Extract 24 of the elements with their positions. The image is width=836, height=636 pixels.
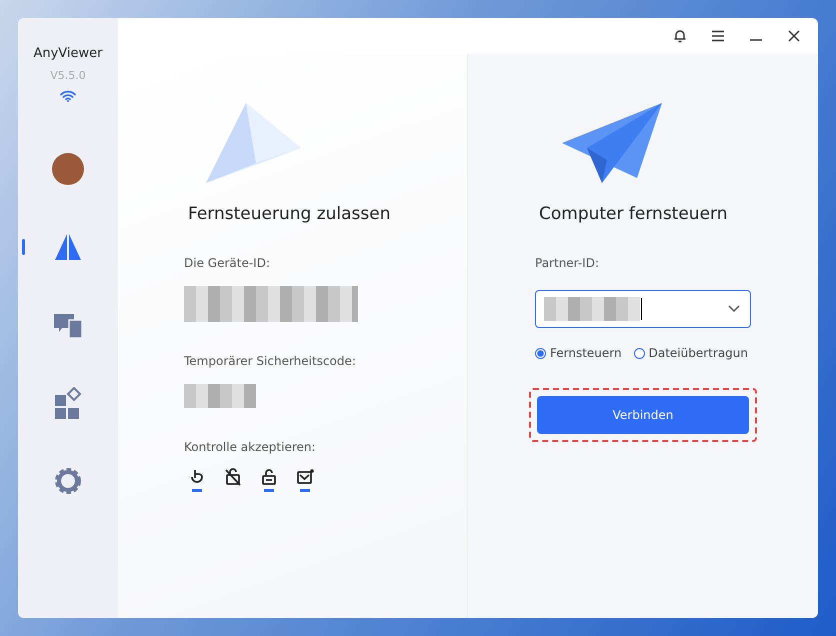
app-name: AnyViewer (33, 46, 103, 61)
avatar-photo[interactable] (52, 153, 84, 185)
panel-title: Computer fernsteuern (539, 204, 729, 224)
chevron-down-icon[interactable] (728, 305, 740, 313)
close-icon[interactable] (786, 28, 802, 44)
menu-icon[interactable] (710, 28, 726, 44)
lock-icon[interactable] (260, 468, 278, 486)
blurred-code (184, 384, 256, 408)
lock-off-icon[interactable] (224, 468, 242, 486)
mode-radio[interactable]: Fernsteuern (535, 346, 622, 360)
connect-button[interactable]: Verbinden (537, 396, 749, 434)
bell-icon[interactable] (672, 28, 688, 44)
partner-id-field[interactable] (535, 290, 751, 328)
mail-icon[interactable] (296, 468, 314, 486)
field-label: Die Geräte-ID: (184, 256, 271, 270)
field-label: Temporärer Sicherheitscode: (184, 354, 357, 368)
settings-icon[interactable] (52, 465, 84, 497)
panel-title: Fernsteuerung zulassen (188, 204, 392, 224)
wifi-icon (60, 90, 76, 102)
field-label: Kontrolle akzeptieren: (184, 440, 317, 454)
app-version: V5.5.0 (50, 69, 86, 82)
field-label: Partner-ID: (535, 256, 600, 270)
mode-radio[interactable]: Dateiübertragun (634, 346, 748, 360)
apps-icon[interactable] (52, 387, 84, 419)
